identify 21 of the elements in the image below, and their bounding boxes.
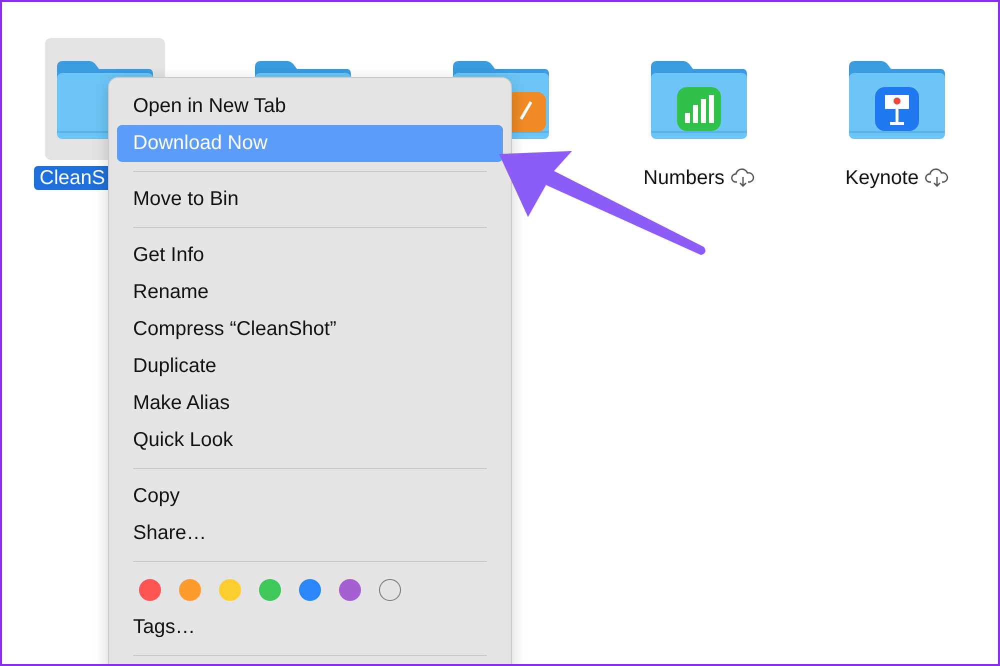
folder-name: Keynote (845, 166, 919, 190)
menu-item[interactable]: Open in New Tab (117, 88, 503, 125)
tag-color-dot[interactable] (379, 579, 401, 601)
menu-item[interactable]: Tags… (117, 609, 503, 646)
menu-item[interactable]: Quick Look (117, 422, 503, 459)
menu-item[interactable]: Get Info (117, 237, 503, 274)
cloud-download-icon (730, 168, 755, 188)
tag-color-dot[interactable] (339, 579, 361, 601)
menu-item[interactable]: Duplicate (117, 348, 503, 385)
tag-color-dot[interactable] (219, 579, 241, 601)
folder-name: Numbers (643, 166, 725, 190)
menu-item[interactable]: Copy (117, 478, 503, 515)
tag-color-dot[interactable] (179, 579, 201, 601)
tag-color-dot[interactable] (139, 579, 161, 601)
tag-color-dot[interactable] (299, 579, 321, 601)
menu-item[interactable]: Compress “CleanShot” (117, 311, 503, 348)
tag-color-dot[interactable] (259, 579, 281, 601)
menu-item[interactable]: Rename (117, 274, 503, 311)
cloud-download-icon (924, 168, 949, 188)
menu-item[interactable]: Share… (117, 515, 503, 552)
menu-item[interactable]: Make Alias (117, 385, 503, 422)
